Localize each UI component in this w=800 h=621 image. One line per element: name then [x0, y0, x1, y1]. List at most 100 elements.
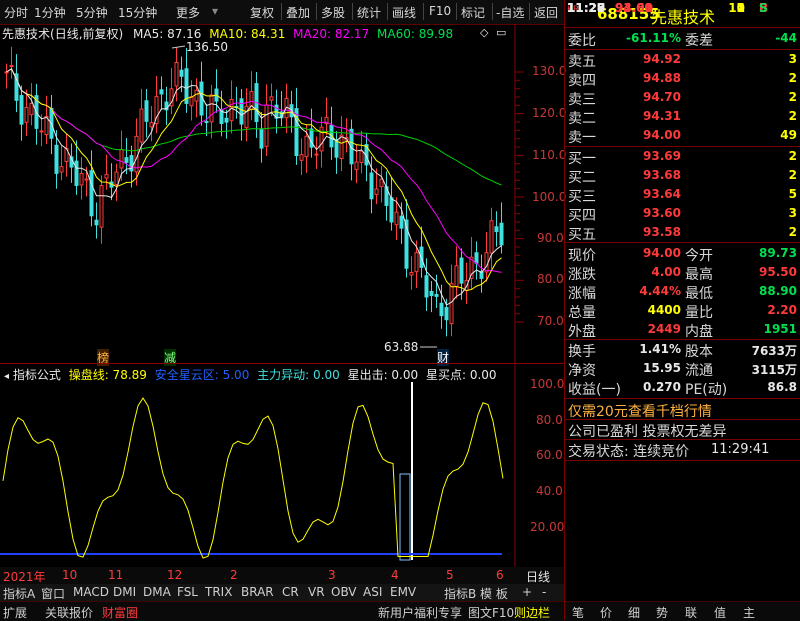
period-label[interactable]: 日线	[526, 568, 550, 584]
stat-label: 量比	[685, 305, 713, 321]
divider	[565, 460, 800, 461]
tab-window[interactable]: 窗口	[41, 585, 65, 601]
promo-row[interactable]: 仅需20元查看千档行情	[565, 401, 800, 420]
tab-fsl[interactable]: FSL	[177, 585, 198, 599]
period-tab-1min[interactable]: 1分钟	[34, 4, 66, 21]
candle	[334, 139, 339, 158]
indicator-axis-label: 100.0	[530, 377, 565, 391]
toolbar-diejia[interactable]: 叠加	[286, 4, 310, 21]
tab-brar[interactable]: BRAR	[241, 585, 274, 599]
buy-row: 买三 93.64 5	[565, 186, 800, 205]
sell-row: 卖一 94.00 49	[565, 127, 800, 146]
buy-row: 买五 93.58 2	[565, 224, 800, 243]
toolbar-tongji[interactable]: 统计	[357, 4, 381, 21]
tab-template[interactable]: 模 板	[480, 585, 508, 601]
tab-cr[interactable]: CR	[282, 585, 299, 599]
tab-asi[interactable]: ASI	[363, 585, 382, 599]
candle	[74, 160, 79, 186]
stat-value: 1.41%	[639, 342, 681, 356]
buy-price: 93.68	[643, 168, 681, 182]
chevron-down-icon[interactable]: ▾	[212, 4, 218, 18]
toolbar-duogu[interactable]: 多股	[321, 4, 345, 21]
price-axis-label: 70.0	[537, 314, 564, 328]
candle	[149, 122, 154, 128]
indicator-name[interactable]: 指标公式	[13, 368, 61, 382]
stat2-row: 收益(一) 0.270 PE(动) 86.8	[565, 379, 800, 398]
tab-sidebar[interactable]: 则边栏	[514, 604, 550, 620]
stat-value: 1951	[763, 322, 797, 336]
tab-related-quotes[interactable]: 关联报价	[45, 604, 93, 620]
tab-macd[interactable]: MACD	[73, 585, 109, 599]
weibi-row: 委比 -61.11% 委差 -44	[565, 30, 800, 49]
date-label: 10	[62, 568, 78, 582]
tab-extend[interactable]: 扩展	[3, 604, 27, 620]
divider	[352, 3, 353, 20]
buy-level-label: 买五	[568, 227, 596, 243]
tab-vr[interactable]: VR	[308, 585, 325, 599]
indicator-pane[interactable]: ◂ 指标公式 操盘线: 78.89 安全星云区: 5.00 主力异动: 0.00…	[0, 364, 564, 567]
candle	[99, 185, 104, 228]
candle	[379, 178, 384, 188]
sell-level-label: 卖三	[568, 92, 596, 108]
tab-emv[interactable]: EMV	[390, 585, 416, 599]
sell-row: 卖三 94.70 2	[565, 89, 800, 108]
stat-label: 收益(一)	[568, 382, 621, 398]
sell-row: 卖五 94.92 3	[565, 51, 800, 70]
tab-trix[interactable]: TRIX	[205, 585, 232, 599]
tab-dma[interactable]: DMA	[143, 585, 171, 599]
tab-new-user-welfare[interactable]: 新用户福利专享	[378, 604, 462, 620]
tab-indicator-a[interactable]: 指标A	[3, 585, 35, 601]
stat-value: 2.20	[767, 303, 797, 317]
collapse-icon[interactable]: ◂	[4, 371, 9, 382]
stat-row: 涨幅 4.44% 最低 88.90	[565, 283, 800, 302]
buy-volume: 5	[788, 187, 797, 201]
tab-f10-graphic[interactable]: 图文F10	[468, 604, 514, 620]
tab-wealth-circle[interactable]: 财富圈	[102, 604, 138, 620]
candle	[374, 188, 379, 195]
period-tab-more[interactable]: 更多	[176, 4, 200, 21]
sell-volume: 2	[788, 71, 797, 85]
tab-indicator-b[interactable]: 指标B	[444, 585, 476, 601]
tab-obv[interactable]: OBV	[331, 585, 357, 599]
promo-text[interactable]: 仅需20元查看千档行情	[568, 401, 712, 421]
divider	[387, 3, 388, 20]
period-tab-fenshi[interactable]: 分时	[4, 4, 28, 21]
settings-icon[interactable]: ◇	[480, 26, 488, 39]
candle	[444, 307, 449, 321]
tick-price: 94.00	[615, 1, 653, 15]
toolbar-huaxian[interactable]: 画线	[392, 4, 416, 21]
sell-volume: 49	[780, 128, 797, 142]
buy-level-label: 买二	[568, 170, 596, 186]
stat-value: 0.270	[643, 380, 681, 394]
kline-pane[interactable]: 先惠技术(日线,前复权) MA5: 87.16 MA10: 84.31 MA20…	[0, 24, 566, 366]
buy-volume: 2	[788, 149, 797, 163]
candle	[79, 173, 84, 186]
candle	[59, 166, 64, 173]
indicator-line5: 星买点: 0.00	[425, 368, 497, 382]
stat-row: 外盘 2449 内盘 1951	[565, 321, 800, 340]
candle	[19, 95, 24, 125]
stat-label: 股本	[685, 344, 713, 360]
toolbar-zixuan[interactable]: -自选	[496, 4, 524, 21]
trade-time: 11:29:41	[711, 442, 770, 457]
candle	[84, 178, 89, 181]
toolbar-fuquan[interactable]: 复权	[250, 4, 274, 21]
period-tab-15min[interactable]: 15分钟	[118, 4, 157, 21]
stat-label: 最高	[685, 267, 713, 283]
chart-mode: (日线,前复权)	[50, 27, 124, 41]
ma5-label: MA5: 87.16	[133, 27, 202, 41]
stat2-row: 换手 1.41% 股本 7633万	[565, 341, 800, 360]
toolbar-back[interactable]: 返回	[534, 4, 558, 21]
toolbar-f10[interactable]: F10	[429, 4, 451, 18]
period-tab-5min[interactable]: 5分钟	[76, 4, 108, 21]
tab-dmi[interactable]: DMI	[113, 585, 136, 599]
indicator-axis-label: 60.0	[536, 448, 563, 462]
candle	[239, 98, 244, 125]
chart-toolbar: 分时 1分钟 5分钟 15分钟 更多 ▾ 复权 叠加 多股 统计 画线 F10 …	[0, 0, 564, 25]
date-label: 12	[167, 568, 183, 582]
toolbar-biaoji[interactable]: 标记	[461, 4, 485, 21]
indicator-axis-label: 40.0	[536, 484, 563, 498]
add-icon[interactable]: +	[522, 585, 532, 599]
minus-icon[interactable]: -	[542, 585, 546, 599]
expand-icon[interactable]: ▭	[496, 26, 506, 39]
